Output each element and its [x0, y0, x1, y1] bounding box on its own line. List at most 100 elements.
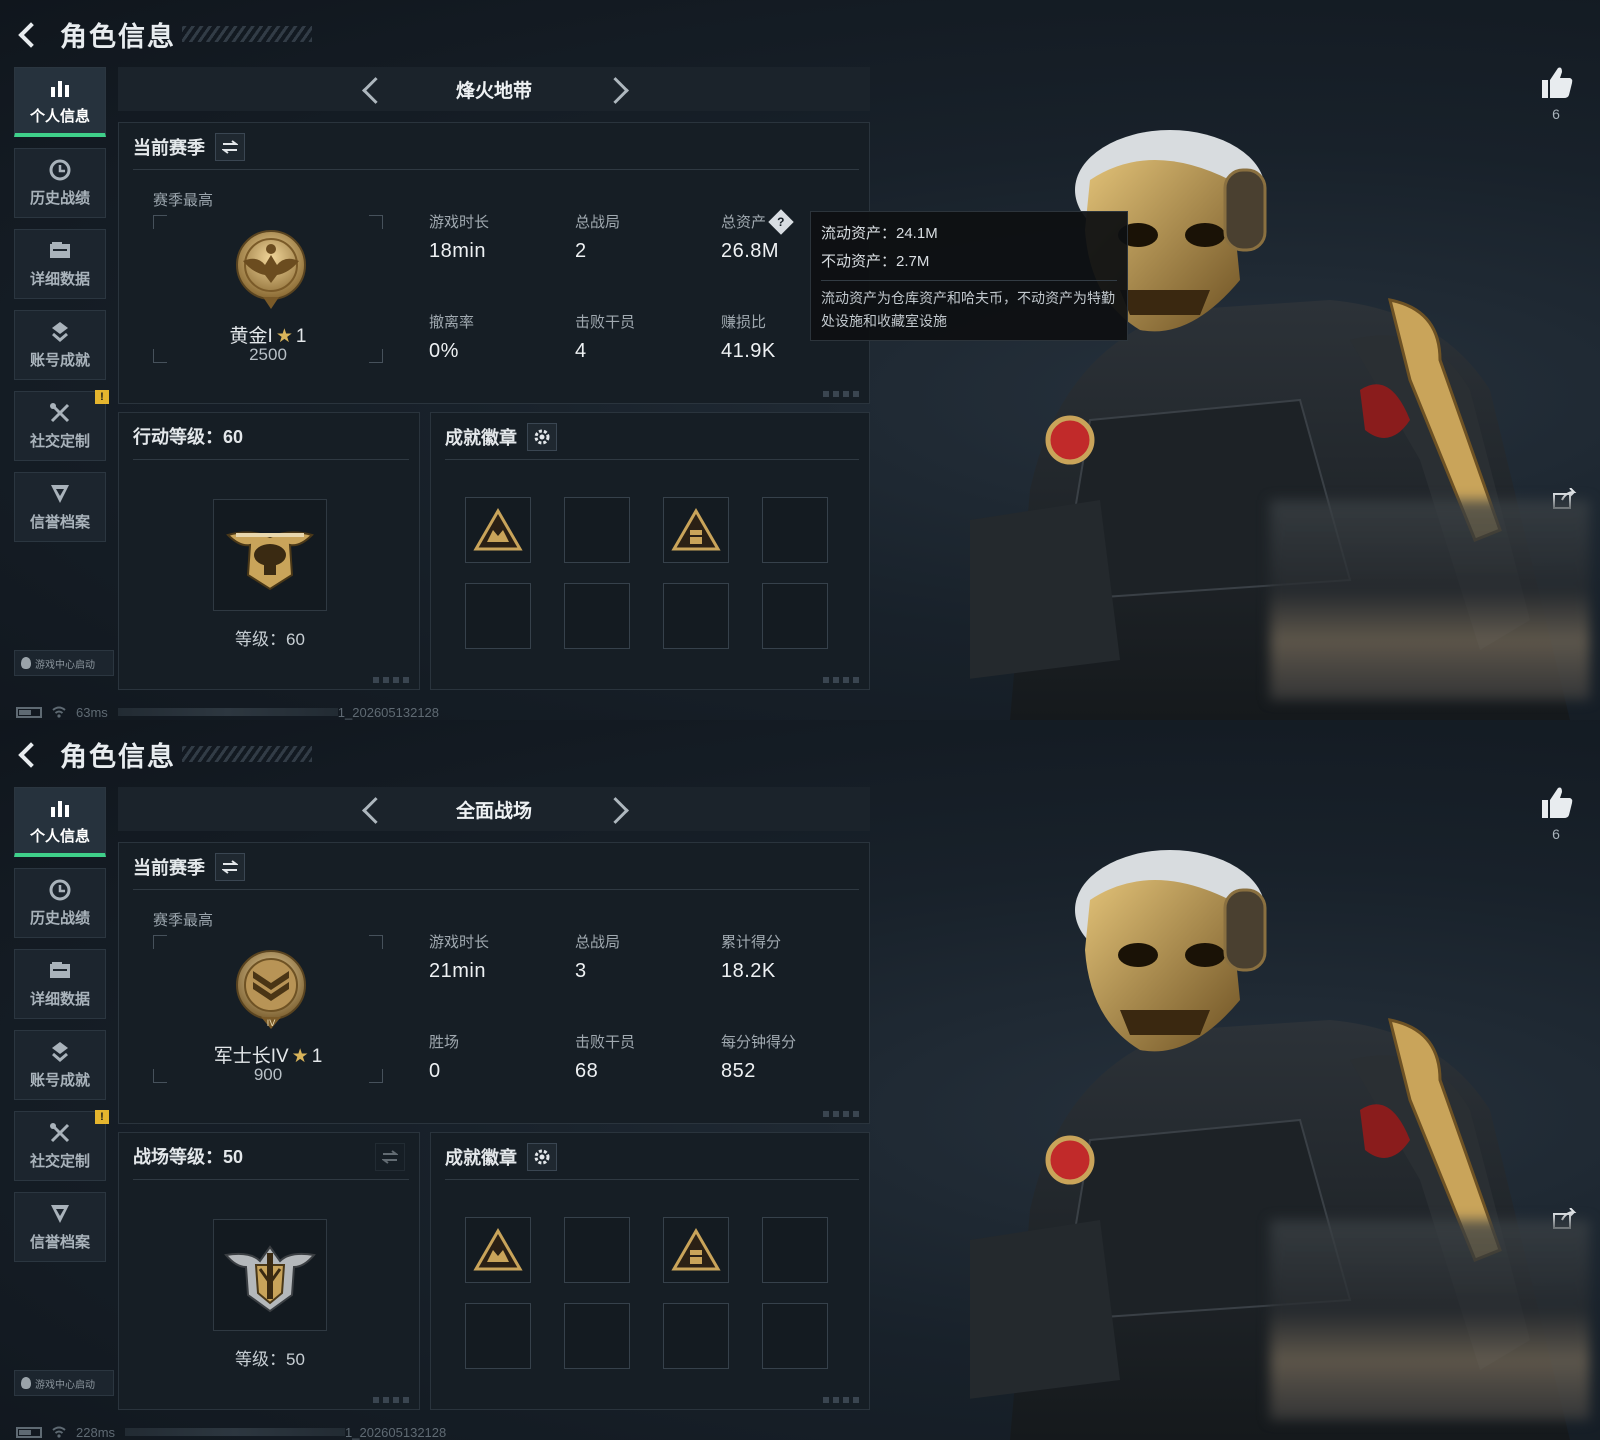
panel-decoration [823, 677, 859, 683]
tools-icon [47, 1121, 73, 1145]
sidebar-item-credit[interactable]: 信誉档案 [14, 472, 106, 542]
wifi-icon [52, 1426, 66, 1438]
swap-level-button[interactable] [375, 1143, 405, 1171]
tools-icon [47, 401, 73, 425]
stat-label: 击败干员 [575, 1034, 636, 1051]
next-mode-chevron-icon[interactable] [598, 789, 638, 829]
sidebar-item-details[interactable]: 详细数据 [14, 949, 106, 1019]
back-arrow-icon[interactable] [14, 739, 44, 769]
helicopter-level-emblem-icon [226, 531, 314, 591]
achievement-badge-panel: 成就徽章 [430, 1132, 870, 1410]
status-bar: 63ms 1_202605132128 [16, 704, 439, 720]
sidebar-item-personal-info[interactable]: 个人信息 [14, 787, 106, 857]
next-mode-chevron-icon[interactable] [598, 69, 638, 109]
operation-level-panel: 行动等级：60 等级：60 [118, 412, 420, 690]
panel-decoration [823, 391, 859, 397]
sidebar-item-credit[interactable]: 信誉档案 [14, 1192, 106, 1262]
sidebar-item-label: 历史战绩 [29, 910, 90, 927]
swap-icon [222, 140, 238, 154]
badge-slot[interactable] [465, 1217, 531, 1283]
help-icon[interactable]: ? [768, 208, 794, 235]
blurred-region [1270, 500, 1590, 700]
badge-slot[interactable] [762, 1217, 828, 1283]
rank-name-row: 黄金I ★ 1 [153, 321, 383, 348]
sidebar-item-label: 个人信息 [29, 107, 90, 125]
sidebar-item-social[interactable]: 社交定制 ! [14, 1110, 109, 1181]
badge-title: 成就徽章 [445, 1148, 517, 1168]
stat-label: 游戏时长 [429, 934, 490, 951]
page-title: 角色信息 [60, 21, 176, 52]
prev-mode-chevron-icon[interactable] [350, 69, 390, 109]
badge-slot[interactable] [762, 583, 828, 649]
badge-settings-button[interactable] [527, 1143, 557, 1171]
badge-slot[interactable] [663, 1217, 729, 1283]
shield-level-emblem-icon [224, 1245, 316, 1313]
rank-frame: 黄金I ★ 1 2500 [153, 215, 383, 364]
swap-season-button[interactable] [215, 133, 245, 161]
sidebar-item-label: 社交定制 [29, 1153, 90, 1170]
stat-value: 18.2K [721, 960, 776, 982]
stat-label: 总战局 [575, 214, 621, 231]
status-divider [125, 1428, 346, 1436]
mode-title: 烽火地带 [455, 80, 532, 102]
ping-value: 63ms [76, 704, 108, 720]
badge-slot[interactable] [465, 583, 531, 649]
launch-source-chip: 游戏中心启动 [14, 650, 114, 676]
sidebar-item-achievements[interactable]: 账号成就 [14, 1030, 106, 1100]
badge-settings-button[interactable] [527, 423, 557, 451]
badge-slot[interactable] [663, 583, 729, 649]
sidebar-item-history[interactable]: 历史战绩 [14, 148, 106, 218]
thumbs-up-icon[interactable] [1536, 62, 1576, 102]
credit-shield-icon [47, 1202, 73, 1226]
badge-slot[interactable] [564, 497, 630, 563]
back-arrow-icon[interactable] [14, 19, 44, 49]
header: 角色信息 [14, 734, 312, 774]
folder-data-icon [47, 239, 73, 263]
prev-mode-chevron-icon[interactable] [350, 789, 390, 829]
sidebar-item-history[interactable]: 历史战绩 [14, 868, 106, 938]
badge-panel-head: 成就徽章 [445, 1143, 557, 1171]
sidebar-item-details[interactable]: 详细数据 [14, 229, 106, 299]
sidebar-item-achievements[interactable]: 账号成就 [14, 310, 106, 380]
badge-slot[interactable] [663, 1303, 729, 1369]
badge-slot[interactable] [465, 1303, 531, 1369]
stat-extract-rate: 撤离率 0% [429, 311, 569, 363]
badge-slot[interactable] [564, 1303, 630, 1369]
build-id: 1_202605132128 [345, 1424, 447, 1440]
sidebar: 个人信息 历史战绩 详细数据 账号成就 社交定制 ! 信誉档案 [14, 67, 109, 553]
badge-slot[interactable] [762, 1303, 828, 1369]
badge-slot[interactable] [762, 497, 828, 563]
stat-total-score: 累计得分 18.2K [721, 931, 861, 983]
sidebar-item-social[interactable]: 社交定制 ! [14, 390, 109, 461]
stat-wins: 胜场 0 [429, 1031, 569, 1083]
battery-icon [16, 1426, 42, 1438]
build-id: 1_202605132128 [337, 704, 440, 720]
divider [445, 1179, 859, 1180]
history-clock-icon [47, 878, 73, 902]
achievement-badge-panel: 成就徽章 [430, 412, 870, 690]
stat-label: 游戏时长 [429, 214, 490, 231]
badge-slot[interactable] [564, 1217, 630, 1283]
stat-value: 68 [575, 1060, 599, 1082]
stat-value: 41.9K [721, 340, 776, 362]
season-panel: 当前赛季 赛季最高 IV 军士长IV ★ 1 900 游戏时长 21min 总战局 3 [118, 842, 870, 1124]
mode-title: 全面战场 [455, 800, 532, 822]
divider [133, 169, 859, 170]
stat-label: 总战局 [575, 934, 621, 951]
badge-slot[interactable] [564, 583, 630, 649]
rank-score: 900 [253, 1065, 283, 1084]
stat-operators-defeated: 击败干员 68 [575, 1031, 715, 1083]
sidebar-item-personal-info[interactable]: 个人信息 [14, 67, 106, 137]
stat-playtime: 游戏时长 18min [429, 211, 569, 263]
season-panel-head: 当前赛季 [133, 133, 245, 161]
swap-season-button[interactable] [215, 853, 245, 881]
thumbs-up-icon[interactable] [1536, 782, 1576, 822]
rank-name-row: 军士长IV ★ 1 [153, 1041, 383, 1068]
status-bar: 228ms 1_202605132128 [16, 1424, 446, 1440]
season-best-label: 赛季最高 [153, 912, 214, 929]
header: 角色信息 [14, 14, 312, 54]
badge-slot[interactable] [465, 497, 531, 563]
level-emblem-frame [213, 1219, 327, 1331]
badge-slot[interactable] [663, 497, 729, 563]
season-title: 当前赛季 [133, 138, 205, 158]
